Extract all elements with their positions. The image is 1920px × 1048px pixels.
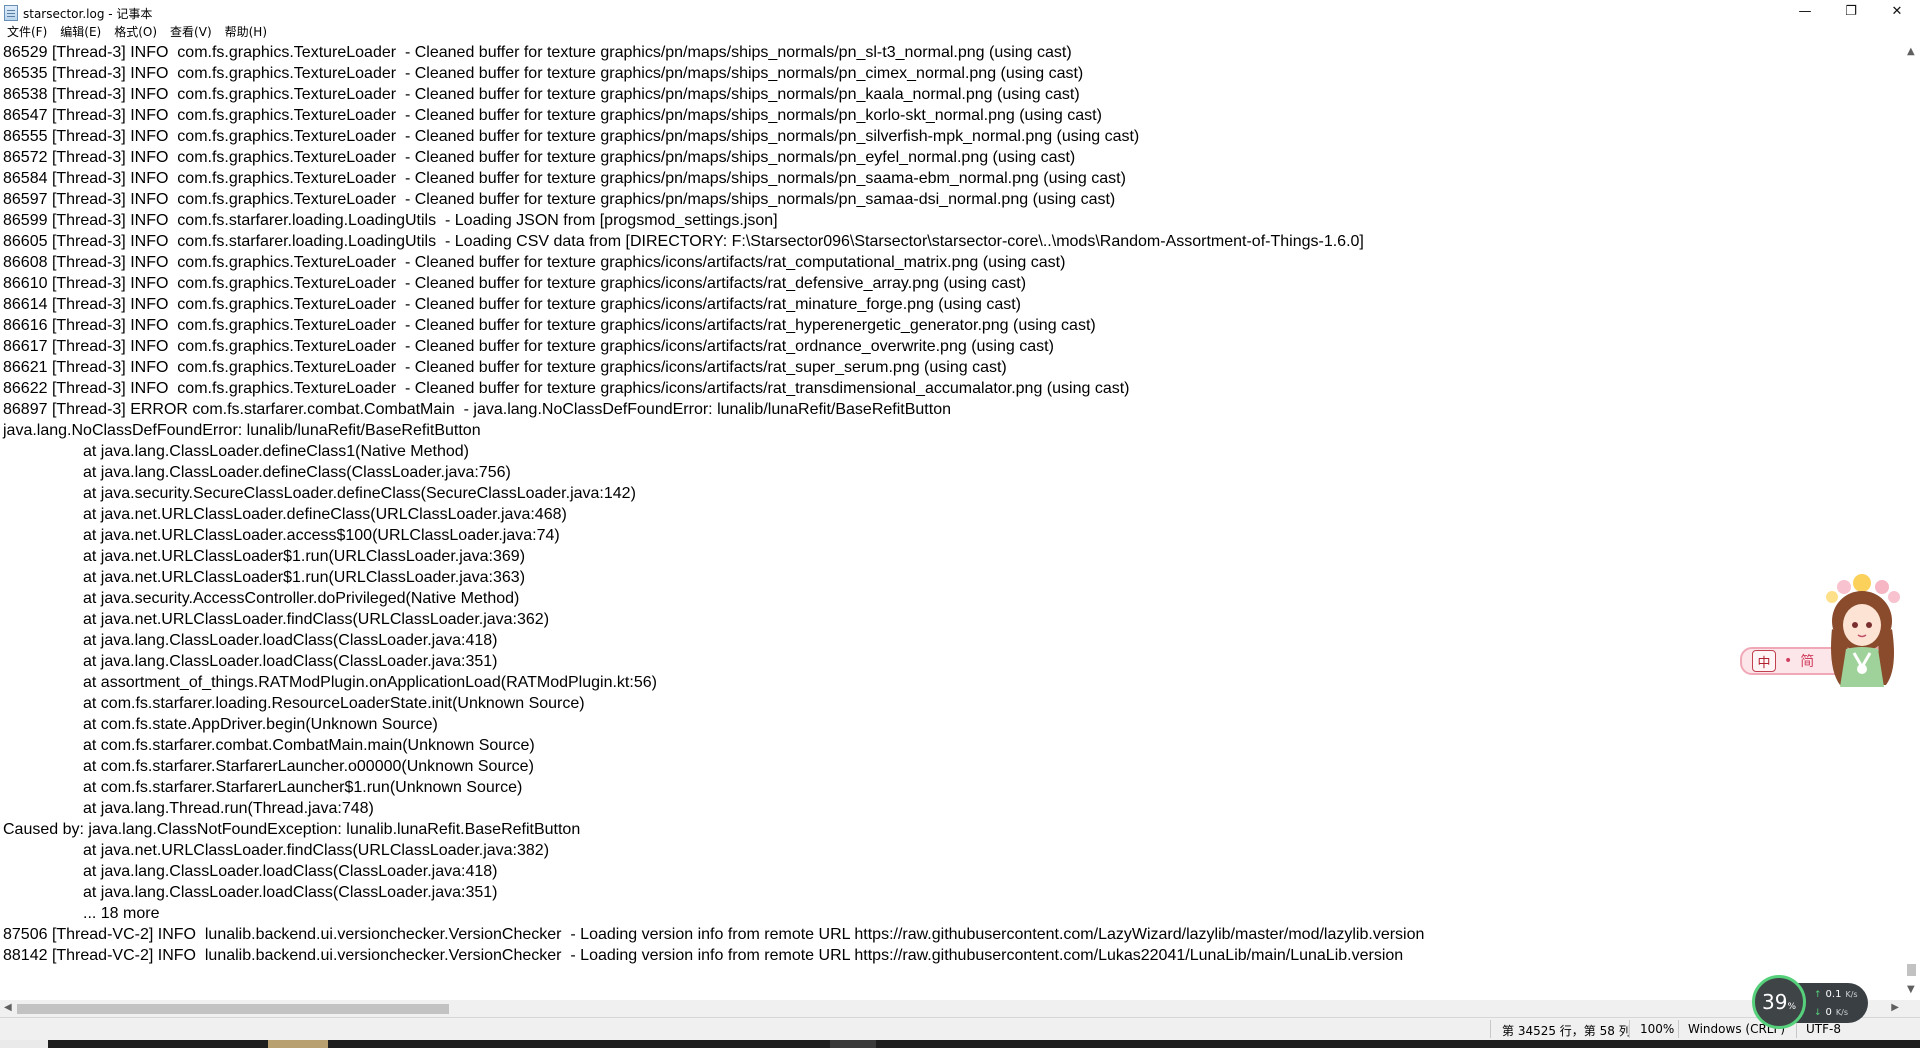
menu-view[interactable]: 查看(V) [163,23,218,40]
taskbar-item[interactable] [830,1040,876,1048]
notepad-icon [4,5,18,21]
text-editor[interactable]: 86529 [Thread-3] INFO com.fs.graphics.Te… [0,42,1903,1000]
log-line: Caused by: java.lang.ClassNotFoundExcept… [3,821,581,838]
menu-format[interactable]: 格式(O) [107,23,163,40]
upload-speed-unit: K/s [1845,990,1858,999]
download-arrow-icon: ↓ [1814,1007,1822,1018]
log-line: at java.lang.ClassLoader.loadClass(Class… [83,653,498,670]
log-line: 86617 [Thread-3] INFO com.fs.graphics.Te… [3,338,1054,355]
log-line: 86605 [Thread-3] INFO com.fs.starfarer.l… [3,233,1364,250]
log-line: at java.lang.ClassLoader.defineClass1(Na… [83,443,469,460]
status-bar: 第 34525 行，第 58 列 100% Windows (CRLF) UTF… [0,1017,1920,1040]
minimize-button[interactable]: — [1782,0,1828,22]
memory-usage-gauge[interactable]: 39% [1752,975,1806,1029]
upload-arrow-icon: ↑ [1814,989,1822,1000]
log-line: 86616 [Thread-3] INFO com.fs.graphics.Te… [3,317,1096,334]
log-line: 86621 [Thread-3] INFO com.fs.graphics.Te… [3,359,1007,376]
network-monitor-widget[interactable]: 39% ↑ 0.1 K/s ↓ 0 K/s [1752,975,1872,1029]
log-line: at java.security.SecureClassLoader.defin… [83,485,636,502]
log-line: 86599 [Thread-3] INFO com.fs.starfarer.l… [3,212,778,229]
upload-speed: ↑ 0.1 K/s [1814,989,1858,1000]
log-line: 86610 [Thread-3] INFO com.fs.graphics.Te… [3,275,1027,292]
log-line: at java.net.URLClassLoader.findClass(URL… [83,611,550,628]
vertical-scroll-thumb[interactable] [1907,964,1916,976]
log-line: at java.net.URLClassLoader.access$100(UR… [83,527,560,544]
log-line: at java.net.URLClassLoader.findClass(URL… [83,842,550,859]
upload-speed-value: 0.1 [1825,989,1842,1000]
status-separator [1629,1020,1630,1038]
log-line: 86897 [Thread-3] ERROR com.fs.starfarer.… [3,401,951,418]
log-line: java.lang.NoClassDefFoundError: lunalib/… [3,422,481,439]
horizontal-scrollbar[interactable]: ◀ ▶ [0,1000,1903,1017]
log-line: at java.lang.ClassLoader.loadClass(Class… [83,884,498,901]
log-line: 86572 [Thread-3] INFO com.fs.graphics.Te… [3,149,1076,166]
log-line: at com.fs.starfarer.loading.ResourceLoad… [83,695,585,712]
log-line: at java.lang.ClassLoader.loadClass(Class… [83,863,498,880]
zoom-level: 100% [1640,1022,1675,1036]
log-line: at com.fs.starfarer.combat.CombatMain.ma… [83,737,535,754]
log-line: 86538 [Thread-3] INFO com.fs.graphics.Te… [3,86,1080,103]
scroll-up-icon[interactable]: ▲ [1907,46,1915,57]
log-line: 86608 [Thread-3] INFO com.fs.graphics.Te… [3,254,1066,271]
log-line: at com.fs.starfarer.StarfarerLauncher.o0… [83,758,534,775]
log-line: 88142 [Thread-VC-2] INFO lunalib.backend… [3,947,1404,964]
close-button[interactable]: ✕ [1874,0,1920,22]
download-speed-unit: K/s [1835,1008,1849,1017]
log-line: at java.security.AccessController.doPriv… [83,590,520,607]
log-line: at java.lang.Thread.run(Thread.java:748) [83,800,374,817]
ime-floating-widget[interactable]: 中 • 简 [1740,565,1918,695]
log-line: 86547 [Thread-3] INFO com.fs.graphics.Te… [3,107,1102,124]
log-line: 86555 [Thread-3] INFO com.fs.graphics.Te… [3,128,1140,145]
log-line: at java.net.URLClassLoader$1.run(URLClas… [83,548,526,565]
log-line: 86584 [Thread-3] INFO com.fs.graphics.Te… [3,170,1126,187]
log-line: at java.lang.ClassLoader.loadClass(Class… [83,632,498,649]
log-line: ... 18 more [83,905,160,922]
log-line: 86622 [Thread-3] INFO com.fs.graphics.Te… [3,380,1130,397]
log-line: at com.fs.starfarer.StarfarerLauncher$1.… [83,779,523,796]
scroll-right-icon[interactable]: ▶ [1891,1002,1899,1013]
taskbar [0,1040,1920,1048]
usage-percent-unit: % [1787,1002,1796,1012]
log-line: 86614 [Thread-3] INFO com.fs.graphics.Te… [3,296,1021,313]
scrollbar-corner [1903,1000,1920,1017]
cursor-position: 第 34525 行，第 58 列 [1502,1024,1631,1038]
log-line: at java.lang.ClassLoader.defineClass(Cla… [83,464,511,481]
maximize-button[interactable]: ❐ [1828,0,1874,22]
log-line: 86535 [Thread-3] INFO com.fs.graphics.Te… [3,65,1084,82]
ime-punct-toggle[interactable]: • [1784,653,1792,669]
menu-help[interactable]: 帮助(H) [218,23,273,40]
menu-bar: 文件(F) 编辑(E) 格式(O) 查看(V) 帮助(H) [0,22,1920,41]
log-line: 86597 [Thread-3] INFO com.fs.graphics.Te… [3,191,1116,208]
horizontal-scroll-thumb[interactable] [17,1004,449,1014]
menu-file[interactable]: 文件(F) [0,23,53,40]
log-line: at com.fs.state.AppDriver.begin(Unknown … [83,716,438,733]
scroll-down-icon[interactable]: ▼ [1907,984,1915,995]
taskbar-item[interactable] [268,1040,328,1048]
log-line: at java.net.URLClassLoader$1.run(URLClas… [83,569,526,586]
taskbar-item[interactable] [0,1040,48,1048]
log-line: at assortment_of_things.RATModPlugin.onA… [83,674,657,691]
menu-edit[interactable]: 编辑(E) [53,23,107,40]
log-content[interactable]: 86529 [Thread-3] INFO com.fs.graphics.Te… [0,42,1903,966]
scroll-left-icon[interactable]: ◀ [4,1002,12,1013]
download-speed: ↓ 0 K/s [1814,1007,1848,1018]
ime-mascot-avatar[interactable] [1812,569,1912,687]
log-line: at java.net.URLClassLoader.defineClass(U… [83,506,567,523]
window-title: starsector.log - 记事本 [23,6,153,21]
ime-mode-toggle[interactable]: 中 [1752,650,1776,672]
usage-percent: 39 [1761,990,1788,1014]
download-speed-value: 0 [1825,1007,1832,1018]
status-separator [1678,1020,1679,1038]
log-line: 87506 [Thread-VC-2] INFO lunalib.backend… [3,926,1425,943]
log-line: 86529 [Thread-3] INFO com.fs.graphics.Te… [3,44,1072,61]
status-separator [1490,1020,1491,1038]
vertical-scrollbar[interactable]: ▲ ▼ [1903,42,1920,1000]
